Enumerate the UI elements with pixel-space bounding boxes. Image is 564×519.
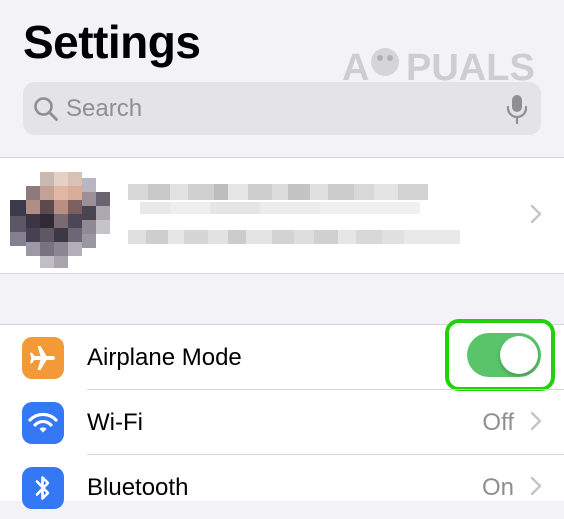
airplane-mode-label: Airplane Mode [87, 344, 242, 371]
search-input[interactable]: Search [66, 95, 142, 123]
bluetooth-status-value: On [481, 474, 514, 501]
airplane-glyph [29, 346, 55, 370]
toggle-highlight-box [445, 319, 555, 391]
apple-id-profile-card[interactable] [0, 157, 564, 274]
watermark-graphic: A PUALS [342, 47, 535, 89]
microphone-icon[interactable] [505, 94, 529, 124]
search-bar[interactable]: Search [23, 82, 541, 135]
appuals-watermark-logo: A PUALS [340, 40, 540, 89]
wifi-label: Wi-Fi [87, 409, 143, 436]
bluetooth-label: Bluetooth [87, 474, 189, 501]
wifi-row[interactable]: Wi-Fi Off [0, 390, 564, 454]
bluetooth-icon [22, 467, 64, 509]
bluetooth-glyph [35, 476, 50, 500]
search-icon [34, 97, 58, 121]
wifi-glyph [28, 412, 58, 433]
profile-name-redacted [128, 184, 428, 200]
page-title: Settings [23, 16, 201, 68]
profile-subtitle-redacted [128, 230, 460, 244]
airplane-icon [22, 337, 64, 379]
airplane-mode-row[interactable]: Airplane Mode [0, 319, 564, 391]
avatar [10, 172, 114, 268]
bluetooth-row[interactable]: Bluetooth On [0, 455, 564, 519]
connectivity-settings-group: Airplane Mode Wi-Fi Off Bluetooth On [0, 319, 564, 509]
toggle-knob [500, 336, 538, 374]
profile-name-redacted-2 [140, 202, 420, 214]
chevron-right-icon [530, 204, 542, 224]
chevron-right-icon [530, 411, 542, 431]
airplane-mode-toggle[interactable] [467, 333, 541, 377]
chevron-right-icon [530, 476, 542, 496]
wifi-status-value: Off [482, 409, 514, 436]
wifi-icon [22, 402, 64, 444]
